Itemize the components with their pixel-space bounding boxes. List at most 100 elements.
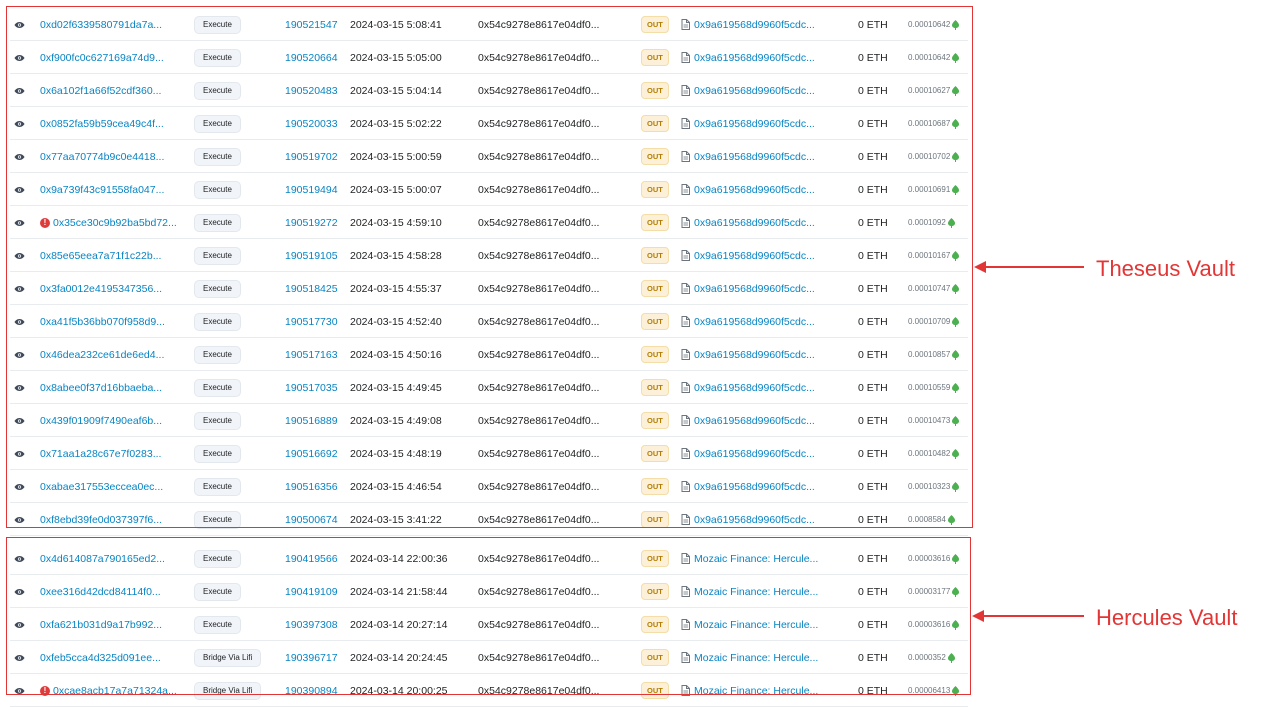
view-cell — [10, 107, 28, 140]
value-text: 0 ETH — [858, 216, 888, 229]
block-link[interactable]: 190518425 — [285, 283, 338, 295]
to-address-link[interactable]: Mozaic Finance: Hercule... — [694, 553, 818, 565]
tx-hash-link[interactable]: 0x35ce30c9b92ba5bd72... — [53, 217, 177, 229]
tx-hash-link[interactable]: 0x4d614087a790165ed2... — [40, 553, 165, 565]
tx-hash-link[interactable]: 0x77aa70774b9c0e4418... — [40, 151, 164, 163]
fee-cell: 0.00010709 — [908, 305, 968, 338]
to-address-link[interactable]: 0x9a619568d9960f5cdc... — [694, 19, 815, 31]
to-address-link[interactable]: 0x9a619568d9960f5cdc... — [694, 250, 815, 262]
tx-hash-link[interactable]: 0x3fa0012e4195347356... — [40, 283, 162, 295]
tx-hash-link[interactable]: 0xf900fc0c627169a74d9... — [40, 52, 164, 64]
block-link[interactable]: 190500674 — [285, 514, 338, 526]
eye-icon[interactable] — [10, 313, 28, 331]
to-address-link[interactable]: Mozaic Finance: Hercule... — [694, 586, 818, 598]
to-address-link[interactable]: 0x9a619568d9960f5cdc... — [694, 415, 815, 427]
eye-icon[interactable] — [10, 412, 28, 430]
block-link[interactable]: 190519272 — [285, 217, 338, 229]
tx-hash-link[interactable]: 0x0852fa59b59cea49c4f... — [40, 118, 164, 130]
to-address-link[interactable]: 0x9a619568d9960f5cdc... — [694, 382, 815, 394]
to-address-link[interactable]: Mozaic Finance: Hercule... — [694, 652, 818, 664]
to-address-link[interactable]: 0x9a619568d9960f5cdc... — [694, 514, 815, 526]
tx-hash-link[interactable]: 0x439f01909f7490eaf6b... — [40, 415, 162, 427]
to-address-link[interactable]: 0x9a619568d9960f5cdc... — [694, 316, 815, 328]
eye-icon[interactable] — [10, 82, 28, 100]
eye-icon[interactable] — [10, 214, 28, 232]
block-link[interactable]: 190397308 — [285, 619, 338, 631]
to-cell: 0x9a619568d9960f5cdc... — [681, 272, 851, 305]
to-cell: 0x9a619568d9960f5cdc... — [681, 470, 851, 503]
direction-cell: OUT — [641, 371, 671, 404]
block-link[interactable]: 190520664 — [285, 52, 338, 64]
eye-icon[interactable] — [10, 280, 28, 298]
tx-hash-cell: 0x439f01909f7490eaf6b... — [40, 404, 190, 437]
eye-icon[interactable] — [10, 346, 28, 364]
tx-hash-link[interactable]: 0xcae8acb17a7a71324a... — [53, 685, 177, 697]
tx-hash-link[interactable]: 0x9a739f43c91558fa047... — [40, 184, 164, 196]
eye-icon[interactable] — [10, 478, 28, 496]
to-address-link[interactable]: 0x9a619568d9960f5cdc... — [694, 184, 815, 196]
block-link[interactable]: 190517035 — [285, 382, 338, 394]
block-link[interactable]: 190520033 — [285, 118, 338, 130]
eye-icon[interactable] — [10, 682, 28, 700]
block-link[interactable]: 190519702 — [285, 151, 338, 163]
eye-icon[interactable] — [10, 148, 28, 166]
tx-hash-link[interactable]: 0x46dea232ce61de6ed4... — [40, 349, 164, 361]
block-link[interactable]: 190517163 — [285, 349, 338, 361]
to-address-link[interactable]: Mozaic Finance: Hercule... — [694, 685, 818, 697]
block-link[interactable]: 190520483 — [285, 85, 338, 97]
tx-hash-link[interactable]: 0xfeb5cca4d325d091ee... — [40, 652, 161, 664]
to-cell: 0x9a619568d9960f5cdc... — [681, 305, 851, 338]
to-address-link[interactable]: 0x9a619568d9960f5cdc... — [694, 481, 815, 493]
tx-hash-link[interactable]: 0x6a102f1a66f52cdf360... — [40, 85, 161, 97]
tx-hash-link[interactable]: 0xabae317553eccea0ec... — [40, 481, 163, 493]
block-link[interactable]: 190516692 — [285, 448, 338, 460]
tx-hash-link[interactable]: 0xfa621b031d9a17b992... — [40, 619, 162, 631]
to-cell: Mozaic Finance: Hercule... — [681, 641, 851, 674]
block-link[interactable]: 190516889 — [285, 415, 338, 427]
eye-icon[interactable] — [10, 583, 28, 601]
eye-icon[interactable] — [10, 49, 28, 67]
eye-icon[interactable] — [10, 181, 28, 199]
eye-icon[interactable] — [10, 247, 28, 265]
age-text: 2024-03-15 4:55:37 — [350, 282, 442, 295]
method-badge: Execute — [194, 615, 241, 634]
to-address-link[interactable]: 0x9a619568d9960f5cdc... — [694, 118, 815, 130]
fee-cell: 0.00010167 — [908, 239, 968, 272]
to-address-link[interactable]: 0x9a619568d9960f5cdc... — [694, 151, 815, 163]
eye-icon[interactable] — [10, 550, 28, 568]
to-address-link[interactable]: 0x9a619568d9960f5cdc... — [694, 448, 815, 460]
tx-hash-link[interactable]: 0x8abee0f37d16bbaeba... — [40, 382, 162, 394]
block-link[interactable]: 190519494 — [285, 184, 338, 196]
block-link[interactable]: 190419566 — [285, 553, 338, 565]
tx-hash-link[interactable]: 0xf8ebd39fe0d037397f6... — [40, 514, 162, 526]
block-link[interactable]: 190419109 — [285, 586, 338, 598]
tx-hash-link[interactable]: 0xd02f6339580791da7a... — [40, 19, 162, 31]
block-link[interactable]: 190390894 — [285, 685, 338, 697]
block-link[interactable]: 190516356 — [285, 481, 338, 493]
to-address-link[interactable]: 0x9a619568d9960f5cdc... — [694, 217, 815, 229]
eye-icon[interactable] — [10, 649, 28, 667]
tx-hash-link[interactable]: 0xa41f5b36bb070f958d9... — [40, 316, 165, 328]
to-address-link[interactable]: 0x9a619568d9960f5cdc... — [694, 85, 815, 97]
gas-icon — [952, 184, 960, 195]
eye-icon[interactable] — [10, 616, 28, 634]
to-address-link[interactable]: 0x9a619568d9960f5cdc... — [694, 283, 815, 295]
document-icon — [681, 448, 690, 459]
tx-hash-link[interactable]: 0x85e65eea7a71f1c22b... — [40, 250, 161, 262]
to-address-link[interactable]: 0x9a619568d9960f5cdc... — [694, 52, 815, 64]
to-address-link[interactable]: 0x9a619568d9960f5cdc... — [694, 349, 815, 361]
direction-badge: OUT — [641, 15, 669, 34]
eye-icon[interactable] — [10, 445, 28, 463]
block-link[interactable]: 190517730 — [285, 316, 338, 328]
tx-hash-link[interactable]: 0x71aa1a28c67e7f0283... — [40, 448, 161, 460]
eye-icon[interactable] — [10, 511, 28, 529]
block-link[interactable]: 190519105 — [285, 250, 338, 262]
eye-icon[interactable] — [10, 115, 28, 133]
eye-icon[interactable] — [10, 379, 28, 397]
block-link[interactable]: 190521547 — [285, 19, 338, 31]
eye-icon[interactable] — [10, 16, 28, 34]
gas-icon — [952, 685, 960, 696]
to-address-link[interactable]: Mozaic Finance: Hercule... — [694, 619, 818, 631]
block-link[interactable]: 190396717 — [285, 652, 338, 664]
tx-hash-link[interactable]: 0xee316d42dcd84114f0... — [40, 586, 161, 598]
